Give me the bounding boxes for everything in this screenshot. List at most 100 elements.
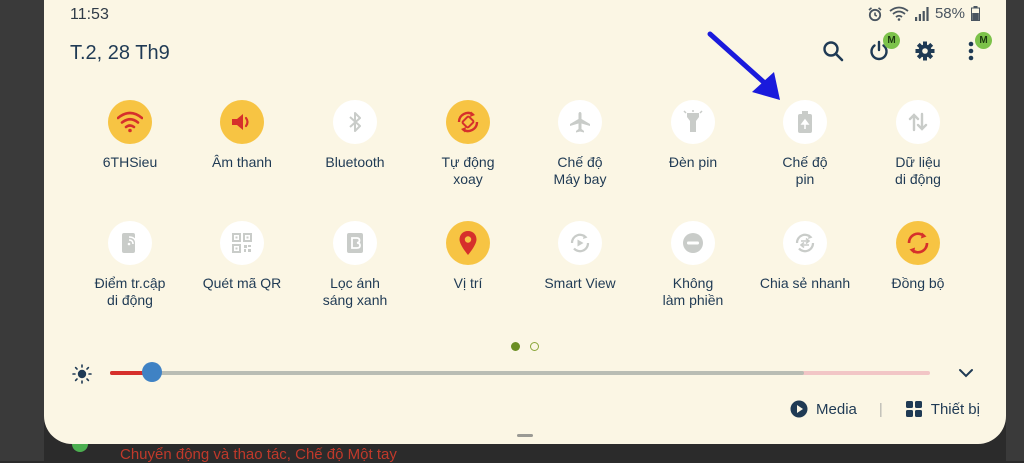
tile-bluetooth[interactable]: Bluetooth [299,100,411,171]
tile-label: 6THSieu [102,154,158,170]
tile-do-not-disturb-button[interactable] [671,221,715,265]
tile-label: Lọc ánh sáng xanh [322,275,388,308]
devices-grid-icon [905,401,922,417]
tile-do-not-disturb[interactable]: Không làm phiền [637,221,749,309]
tile-flashlight[interactable]: Đèn pin [637,100,749,171]
more-options-badge: M [975,32,992,49]
tile-smart-view[interactable]: Smart View [524,221,636,292]
chevron-down-icon[interactable] [958,366,974,380]
tile-auto-rotate[interactable]: Tự động xoay [412,100,524,188]
battery-icon [971,6,980,21]
tile-sync[interactable]: Đồng bộ [862,221,974,292]
alarm-icon [868,6,882,21]
annotation-arrow-icon [707,31,780,100]
mobile-data-icon [908,112,928,132]
power-button[interactable]: M [866,32,900,64]
search-button[interactable] [820,38,846,64]
tile-smart-view-button[interactable] [558,221,602,265]
blue-light-icon [347,233,363,253]
gear-icon [915,41,935,61]
tile-wifi-button[interactable] [108,100,152,144]
brightness-slider-thumb[interactable] [142,362,162,382]
bottom-bar: Media | Thiết bị [790,400,980,418]
power-badge: M [883,32,900,49]
tile-location[interactable]: Vị trí [412,221,524,292]
brightness-slider-range [110,371,804,375]
tile-airplane[interactable]: Chế độ Máy bay [524,100,636,188]
status-icons: 58% [867,5,980,22]
tile-label: Đèn pin [668,154,718,170]
devices-button[interactable]: Thiết bị [905,400,980,418]
wifi-icon [117,111,143,133]
tile-sync-button[interactable] [896,221,940,265]
tile-label: Tự động xoay [441,154,495,187]
tile-label: Đồng bộ [891,275,945,291]
tile-hotspot-button[interactable] [108,221,152,265]
tile-label: Điểm tr.cập di động [94,275,166,308]
tile-label: Smart View [544,275,616,291]
wifi-status-icon [889,6,909,21]
background-right-edge [1006,0,1024,461]
tile-label: Dữ liệu di động [895,154,941,187]
tile-blue-light[interactable]: Lọc ánh sáng xanh [299,221,411,309]
battery-mode-icon [798,111,812,133]
page-dot-1[interactable] [511,342,520,351]
play-icon [790,400,808,418]
tile-qr-button[interactable] [220,221,264,265]
auto-rotate-icon [457,111,479,133]
clock: 11:53 [70,6,109,23]
tile-qr[interactable]: Quét mã QR [186,221,298,292]
tile-auto-rotate-button[interactable] [446,100,490,144]
tile-blue-light-button[interactable] [333,221,377,265]
tile-bluetooth-button[interactable] [333,100,377,144]
top-actions: M M [820,32,992,64]
tile-hotspot[interactable]: Điểm tr.cập di động [74,221,186,309]
sync-icon [907,232,929,254]
qr-icon [232,233,252,253]
page-indicator [511,342,539,351]
bluetooth-icon [349,112,361,132]
location-icon [459,231,477,255]
smart-view-icon [570,233,590,253]
tile-quick-share[interactable]: Chia sẻ nhanh [749,221,861,292]
flashlight-icon [683,110,703,132]
tile-location-button[interactable] [446,221,490,265]
bottom-separator: | [878,400,883,418]
tile-wifi[interactable]: 6THSieu [74,100,186,171]
quick-settings-panel: 11:53 58% T.2, 28 Th9 M M 6THSieu Âm tha… [44,0,1006,444]
tile-quick-share-button[interactable] [783,221,827,265]
search-icon [823,41,844,62]
tile-airplane-button[interactable] [558,100,602,144]
tile-mobile-data-button[interactable] [896,100,940,144]
tile-label: Quét mã QR [202,275,282,291]
more-options-button[interactable]: M [958,32,992,64]
tile-battery-mode-button[interactable] [783,100,827,144]
media-button[interactable]: Media [790,400,857,418]
tile-label: Bluetooth [325,154,385,170]
hotspot-icon [122,233,137,253]
date: T.2, 28 Th9 [70,42,170,64]
tile-mobile-data[interactable]: Dữ liệu di động [862,100,974,188]
tile-label: Vị trí [453,275,483,291]
do-not-disturb-icon [683,233,703,253]
background-settings-text: Chuyển động và thao tác, Chế độ Một tay [120,446,397,463]
tile-label: Chế độ Máy bay [553,154,607,187]
brightness-icon [72,364,92,384]
page-dot-2[interactable] [530,342,539,351]
tile-sound[interactable]: Âm thanh [186,100,298,171]
sound-icon [232,114,249,130]
settings-button[interactable] [912,38,938,64]
tile-battery-mode[interactable]: Chế độ pin [749,100,861,188]
quick-share-icon [795,233,815,253]
signal-icon [914,6,929,21]
drag-handle[interactable] [517,434,533,437]
battery-percent: 58% [934,5,965,22]
tile-label: Không làm phiền [662,275,724,308]
tile-sound-button[interactable] [220,100,264,144]
tile-flashlight-button[interactable] [671,100,715,144]
background-left-edge [0,0,44,461]
media-label: Media [816,400,857,418]
tile-label: Chế độ pin [782,154,828,187]
devices-label: Thiết bị [930,400,980,418]
brightness-slider-track[interactable] [110,371,930,375]
